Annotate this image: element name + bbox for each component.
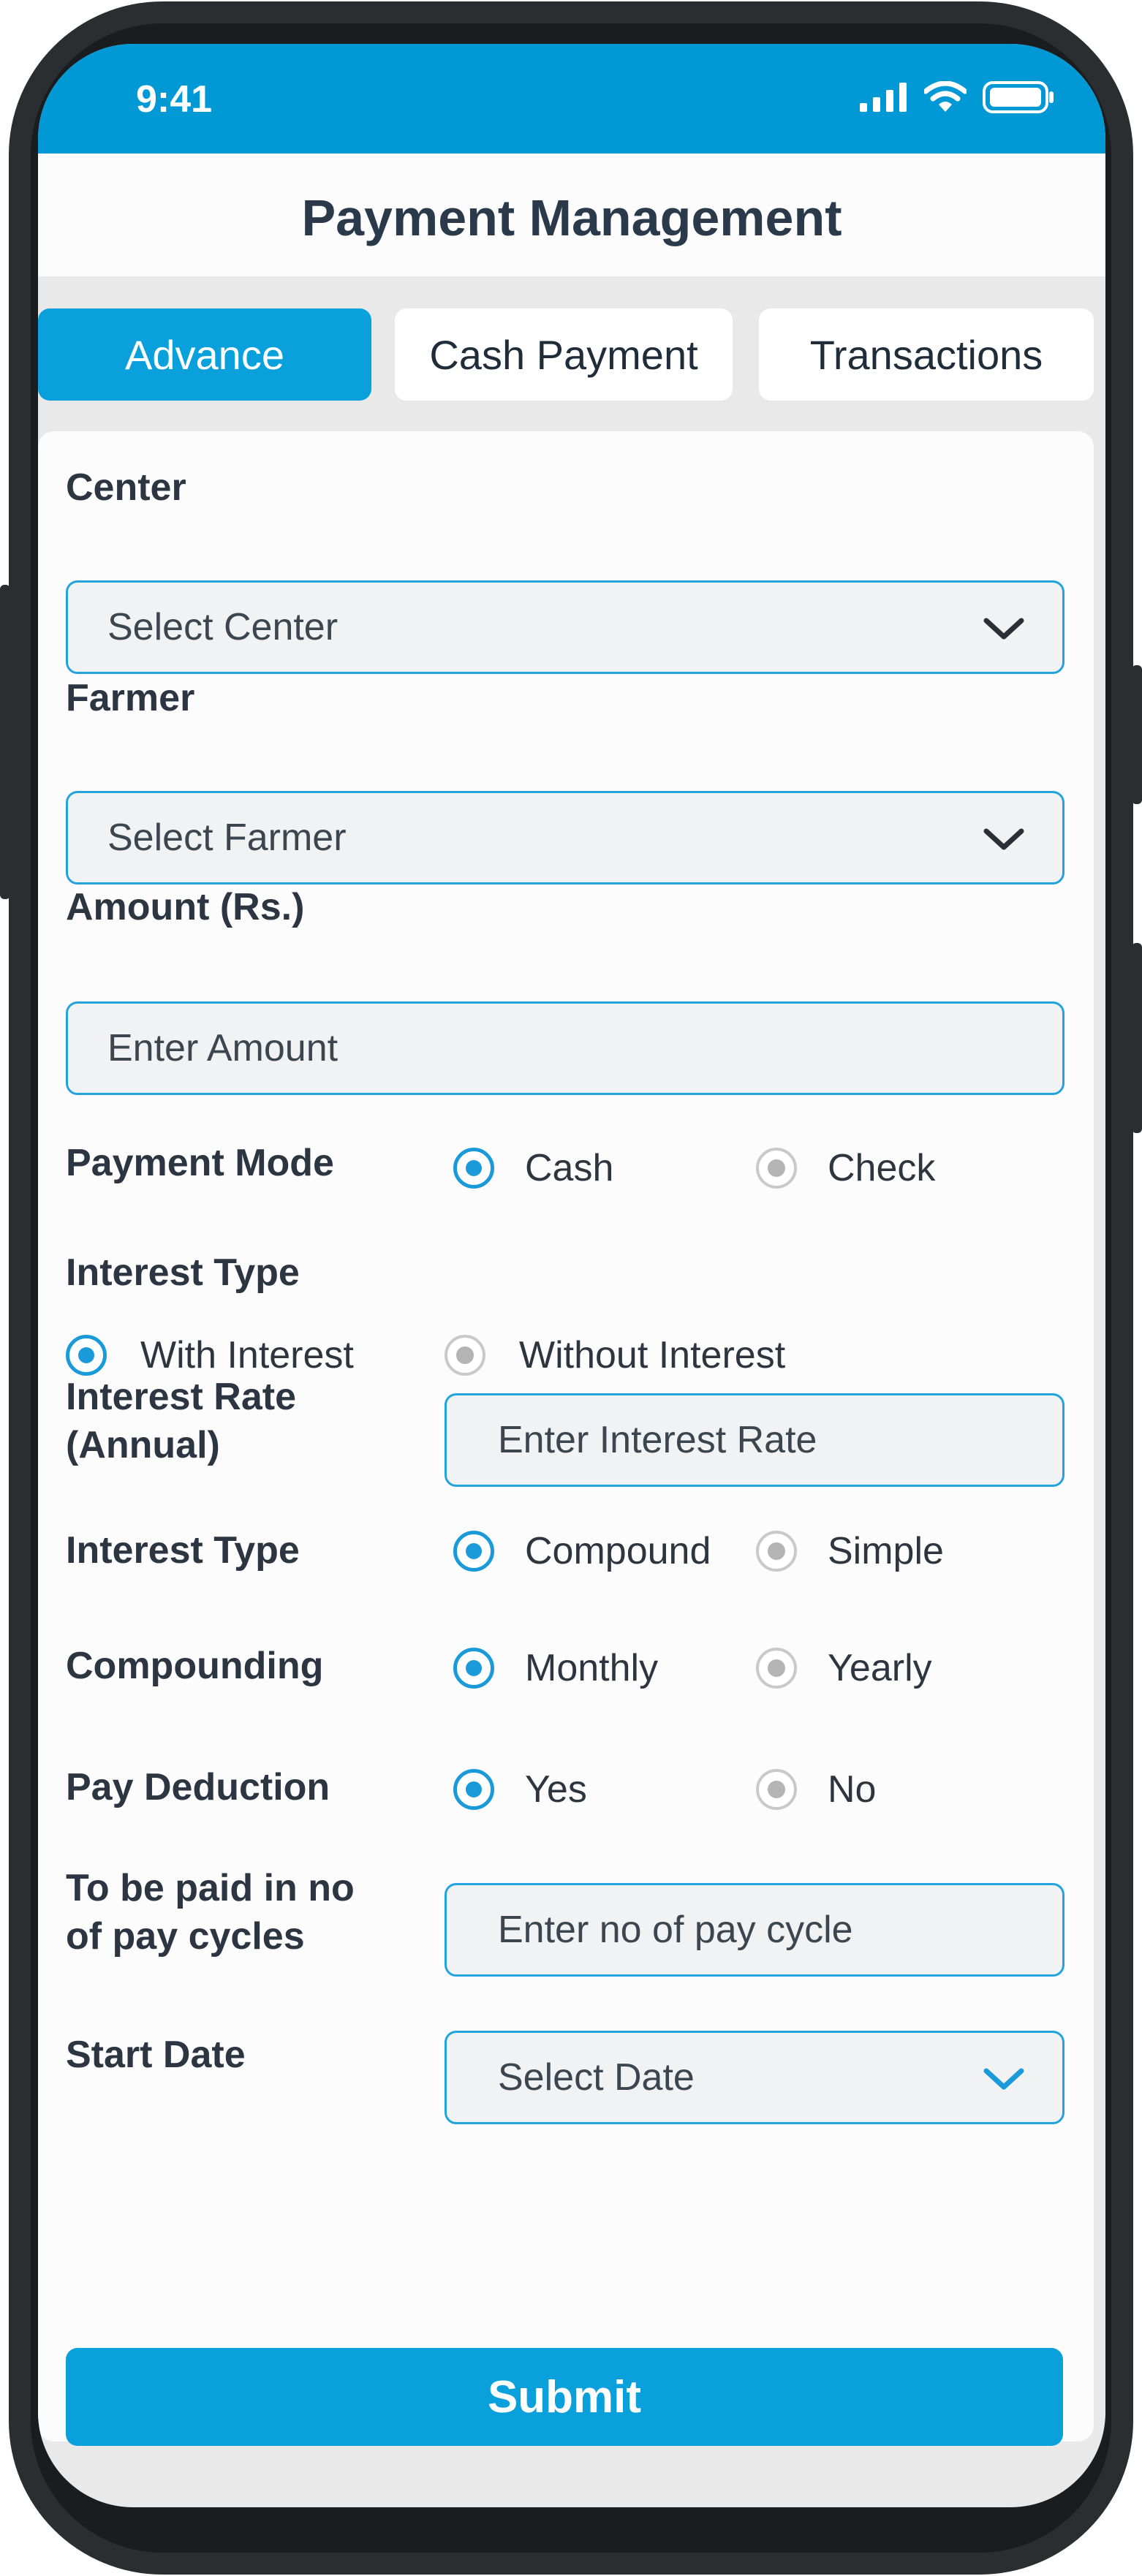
- app-screen: 9:41 Payment Management Advance Cash Pay…: [38, 44, 1105, 2507]
- radio-cash-label: Cash: [525, 1147, 614, 1189]
- radio-yearly[interactable]: Yearly: [756, 1646, 932, 1690]
- radio-simple-label: Simple: [828, 1530, 944, 1572]
- interest-rate-label-line1: Interest Rate: [66, 1376, 296, 1418]
- amount-input-placeholder: Enter Amount: [107, 1027, 339, 1069]
- radio-unselected-icon: [756, 1648, 797, 1689]
- center-label: Center: [66, 466, 186, 509]
- farmer-select-value: Select Farmer: [107, 817, 347, 859]
- radio-yearly-label: Yearly: [828, 1647, 932, 1689]
- radio-selected-icon: [453, 1148, 494, 1189]
- radio-with-interest[interactable]: With Interest: [66, 1333, 354, 1377]
- radio-check-label: Check: [828, 1147, 936, 1189]
- radio-selected-icon: [453, 1769, 494, 1810]
- tab-bar: Advance Cash Payment Transactions: [38, 308, 1105, 402]
- pay-cycles-input-placeholder: Enter no of pay cycle: [498, 1909, 853, 1951]
- payment-mode-label: Payment Mode: [66, 1142, 334, 1184]
- interest-rate-input[interactable]: Enter Interest Rate: [445, 1393, 1065, 1487]
- side-button: [1132, 943, 1142, 1133]
- signal-icon: [860, 83, 908, 115]
- chevron-down-icon: [983, 2067, 1024, 2095]
- radio-check[interactable]: Check: [756, 1146, 935, 1190]
- radio-selected-icon: [453, 1531, 494, 1572]
- radio-monthly-label: Monthly: [525, 1647, 659, 1689]
- radio-no-label: No: [828, 1768, 877, 1811]
- radio-simple[interactable]: Simple: [756, 1529, 944, 1573]
- radio-yes[interactable]: Yes: [453, 1768, 587, 1811]
- center-select-value: Select Center: [107, 606, 339, 648]
- radio-with-interest-label: With Interest: [140, 1334, 354, 1376]
- radio-cash[interactable]: Cash: [453, 1146, 613, 1190]
- interest-rate-label: Interest Rate (Annual): [66, 1373, 296, 1469]
- farmer-select[interactable]: Select Farmer: [66, 791, 1065, 884]
- radio-no[interactable]: No: [756, 1768, 876, 1811]
- interest-rate-input-placeholder: Enter Interest Rate: [498, 1419, 817, 1461]
- radio-yes-label: Yes: [525, 1768, 587, 1811]
- tab-advance[interactable]: Advance: [38, 308, 371, 401]
- radio-unselected-icon: [445, 1335, 485, 1376]
- pay-cycles-input[interactable]: Enter no of pay cycle: [445, 1883, 1065, 1977]
- chevron-down-icon: [983, 616, 1024, 645]
- radio-selected-icon: [66, 1335, 107, 1376]
- radio-compound-label: Compound: [525, 1530, 711, 1572]
- page-title: Payment Management: [301, 189, 842, 246]
- radio-unselected-icon: [756, 1769, 797, 1810]
- radio-without-interest[interactable]: Without Interest: [445, 1333, 785, 1377]
- pay-cycles-label: To be paid in no of pay cycles: [66, 1864, 355, 1961]
- amount-input[interactable]: Enter Amount: [66, 1001, 1065, 1095]
- pay-cycles-label-line2: of pay cycles: [66, 1915, 305, 1958]
- pay-deduction-label: Pay Deduction: [66, 1766, 330, 1808]
- battery-icon: [983, 80, 1054, 118]
- tab-transactions[interactable]: Transactions: [759, 308, 1094, 401]
- radio-monthly[interactable]: Monthly: [453, 1646, 658, 1690]
- radio-compound[interactable]: Compound: [453, 1529, 711, 1573]
- tab-cash-payment[interactable]: Cash Payment: [395, 308, 733, 401]
- status-bar: 9:41: [38, 44, 1105, 154]
- interest-rate-label-line2: (Annual): [66, 1424, 220, 1466]
- submit-button[interactable]: Submit: [66, 2348, 1063, 2446]
- farmer-label: Farmer: [66, 677, 195, 719]
- interest-type-2-label: Interest Type: [66, 1529, 300, 1572]
- start-date-picker[interactable]: Select Date: [445, 2031, 1065, 2124]
- radio-selected-icon: [453, 1648, 494, 1689]
- pay-cycles-label-line1: To be paid in no: [66, 1867, 355, 1909]
- amount-label: Amount (Rs.): [66, 886, 305, 928]
- wifi-icon: [923, 80, 968, 117]
- radio-unselected-icon: [756, 1148, 797, 1189]
- advance-form: Center Select Center Farmer Select Farme…: [38, 431, 1094, 2446]
- compounding-label: Compounding: [66, 1645, 324, 1687]
- status-time: 9:41: [136, 78, 213, 121]
- start-date-value: Select Date: [498, 2056, 695, 2099]
- power-button: [1132, 665, 1142, 804]
- chevron-down-icon: [983, 827, 1024, 855]
- radio-without-interest-label: Without Interest: [519, 1334, 786, 1376]
- volume-button: [0, 585, 10, 899]
- interest-type-label: Interest Type: [66, 1251, 300, 1294]
- center-select[interactable]: Select Center: [66, 580, 1065, 674]
- app-header: Payment Management: [38, 154, 1105, 276]
- start-date-label: Start Date: [66, 2034, 246, 2076]
- radio-unselected-icon: [756, 1531, 797, 1572]
